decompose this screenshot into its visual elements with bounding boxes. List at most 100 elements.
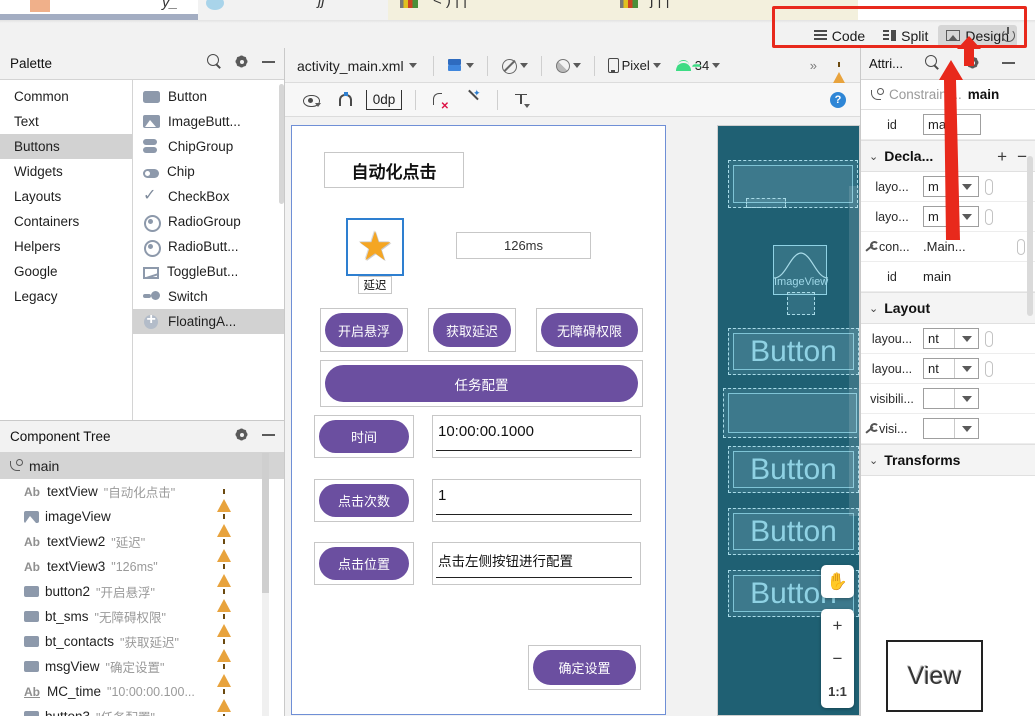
- attribute-combo[interactable]: m: [923, 206, 979, 227]
- default-margin-field[interactable]: 0dp: [366, 90, 402, 110]
- preview-field-clickpos[interactable]: 点击左侧按钮进行配置: [432, 542, 641, 585]
- section-layout[interactable]: ⌄ Layout: [861, 292, 1035, 324]
- minimize-icon[interactable]: [1001, 55, 1016, 70]
- chevron-down-icon[interactable]: [954, 359, 978, 378]
- section-declared-attributes[interactable]: ⌄ Decla... + −: [861, 140, 1035, 172]
- palette-category-text[interactable]: Text: [0, 109, 132, 134]
- editor-tab-strip[interactable]: y_ jj < ) | | j | |: [0, 0, 1035, 20]
- palette-category-helpers[interactable]: Helpers: [0, 234, 132, 259]
- palette-category-layouts[interactable]: Layouts: [0, 184, 132, 209]
- palette-item-togglebutton[interactable]: ToggleBut...: [133, 259, 284, 284]
- warning-icon[interactable]: [217, 659, 232, 687]
- chevron-down-icon[interactable]: [954, 389, 978, 408]
- tree-item-button2[interactable]: button2 "开启悬浮": [0, 579, 284, 612]
- blueprint-button-2[interactable]: Button: [728, 446, 859, 493]
- warning-icon[interactable]: [217, 509, 232, 537]
- view-options-button[interactable]: [295, 87, 327, 113]
- tree-item-mc-time[interactable]: Ab MC_time "10:00:00.100...: [0, 679, 284, 712]
- preview-button-floating[interactable]: 开启悬浮: [320, 308, 408, 352]
- autoconnect-button[interactable]: [329, 87, 359, 113]
- palette-category-common[interactable]: Common: [0, 84, 132, 109]
- attribute-row-layout-width[interactable]: layo... m: [861, 172, 1035, 202]
- infer-constraints-button[interactable]: [458, 87, 489, 113]
- zoom-reset-button[interactable]: 1:1: [821, 675, 854, 708]
- blueprint-scrollbar[interactable]: [849, 186, 859, 516]
- preview-field-time[interactable]: 10:00:00.1000: [432, 415, 641, 458]
- section-transforms[interactable]: ⌄ Transforms: [861, 444, 1035, 476]
- preview-imageview[interactable]: ★: [346, 218, 404, 276]
- palette-item-chipgroup[interactable]: ChipGroup: [133, 134, 284, 159]
- preview-ms-textview[interactable]: 126ms: [456, 232, 591, 259]
- blueprint-imageview[interactable]: ImageView: [773, 245, 828, 295]
- tree-item-bt-sms[interactable]: bt_sms "无障碍权限": [0, 604, 284, 637]
- tree-item-textview[interactable]: Ab textView "自动化点击": [0, 479, 284, 512]
- attribute-id-input[interactable]: main: [923, 114, 981, 135]
- palette-item-button[interactable]: Button: [133, 84, 284, 109]
- file-selector[interactable]: activity_main.xml: [285, 58, 427, 74]
- warning-icon[interactable]: [217, 684, 232, 712]
- search-icon[interactable]: [925, 55, 940, 70]
- palette-category-google[interactable]: Google: [0, 259, 132, 284]
- warning-icon[interactable]: [217, 709, 232, 716]
- attribute-combo[interactable]: [923, 388, 979, 409]
- device-selector[interactable]: Pixel: [601, 53, 668, 79]
- palette-category-buttons[interactable]: Buttons: [0, 134, 132, 159]
- warning-icon[interactable]: [832, 57, 846, 85]
- blueprint-button-3[interactable]: Button: [728, 508, 859, 555]
- chevron-down-icon[interactable]: [954, 419, 978, 438]
- tree-item-msgview[interactable]: msgView "确定设置": [0, 654, 284, 687]
- editor-tab-2[interactable]: jj: [198, 0, 388, 20]
- blueprint-delay-label[interactable]: [787, 292, 815, 315]
- preview-button-getdelay[interactable]: 获取延迟: [428, 308, 516, 352]
- code-view-button[interactable]: Code: [806, 25, 873, 47]
- minimize-icon[interactable]: [261, 54, 276, 69]
- attributes-scrollbar[interactable]: [1027, 156, 1033, 316]
- attribute-row-layout-height[interactable]: layo... m: [861, 202, 1035, 232]
- blueprint-toggle-button[interactable]: [494, 53, 535, 79]
- tree-item-textview2[interactable]: Ab textView2 "延迟": [0, 529, 284, 562]
- device-preview[interactable]: 自动化点击 ★ 延迟 126ms 开启悬浮 获取延迟 无障碍权限 任务配置 时间…: [291, 125, 666, 715]
- editor-tab-1[interactable]: y_: [0, 0, 198, 14]
- split-view-button[interactable]: Split: [875, 25, 936, 47]
- design-canvas[interactable]: 自动化点击 ★ 延迟 126ms 开启悬浮 获取延迟 无障碍权限 任务配置 时间…: [285, 117, 860, 716]
- palette-item-radiogroup[interactable]: RadioGroup: [133, 209, 284, 234]
- zoom-in-button[interactable]: +: [821, 609, 854, 642]
- design-surface-button[interactable]: [440, 53, 481, 79]
- theme-button[interactable]: [548, 53, 588, 79]
- chevron-down-icon[interactable]: [954, 177, 978, 196]
- gear-icon[interactable]: [965, 55, 980, 70]
- editor-tab-3[interactable]: < ) | |: [388, 0, 608, 20]
- palette-category-legacy[interactable]: Legacy: [0, 284, 132, 309]
- api-level-selector[interactable]: 34: [668, 53, 727, 79]
- attribute-combo[interactable]: nt: [923, 358, 979, 379]
- editor-tab-4[interactable]: j | |: [608, 0, 858, 20]
- attribute-combo[interactable]: [923, 418, 979, 439]
- palette-header-icons[interactable]: [207, 54, 276, 69]
- palette-scrollbar[interactable]: [279, 84, 284, 204]
- chevron-down-icon[interactable]: [954, 329, 978, 348]
- tree-root-main[interactable]: main: [0, 453, 284, 479]
- palette-item-switch[interactable]: Switch: [133, 284, 284, 309]
- palette-categories[interactable]: Common Text Buttons Widgets Layouts Cont…: [0, 80, 133, 420]
- palette-item-imagebutton[interactable]: ImageButt...: [133, 109, 284, 134]
- preview-field-label-clickpos[interactable]: 点击位置: [314, 542, 414, 585]
- palette-item-radiobutton[interactable]: RadioButt...: [133, 234, 284, 259]
- preview-field-label-clickcount[interactable]: 点击次数: [314, 479, 414, 522]
- tree-item-imageview[interactable]: imageView: [0, 504, 284, 537]
- gear-icon[interactable]: [234, 54, 249, 69]
- blueprint-task-container[interactable]: [723, 388, 859, 438]
- chevron-down-icon[interactable]: [954, 207, 978, 226]
- attribute-row-tools-visibility[interactable]: visi...: [861, 414, 1035, 444]
- pan-control-group[interactable]: ✋: [821, 565, 854, 598]
- attributes-selected-component[interactable]: Constraint... main: [861, 80, 1035, 110]
- attribute-combo[interactable]: nt: [923, 328, 979, 349]
- minus-icon[interactable]: −: [1017, 148, 1027, 165]
- preview-button-accessibility[interactable]: 无障碍权限: [536, 308, 643, 352]
- zoom-out-button[interactable]: −: [821, 642, 854, 675]
- attribute-row-layout-height-2[interactable]: layou... nt: [861, 354, 1035, 384]
- warning-icon[interactable]: [217, 584, 232, 612]
- attribute-row-context[interactable]: con... .Main...: [861, 232, 1035, 262]
- guidelines-button[interactable]: [506, 87, 536, 113]
- palette-category-widgets[interactable]: Widgets: [0, 159, 132, 184]
- attribute-value[interactable]: .Main...: [923, 239, 966, 254]
